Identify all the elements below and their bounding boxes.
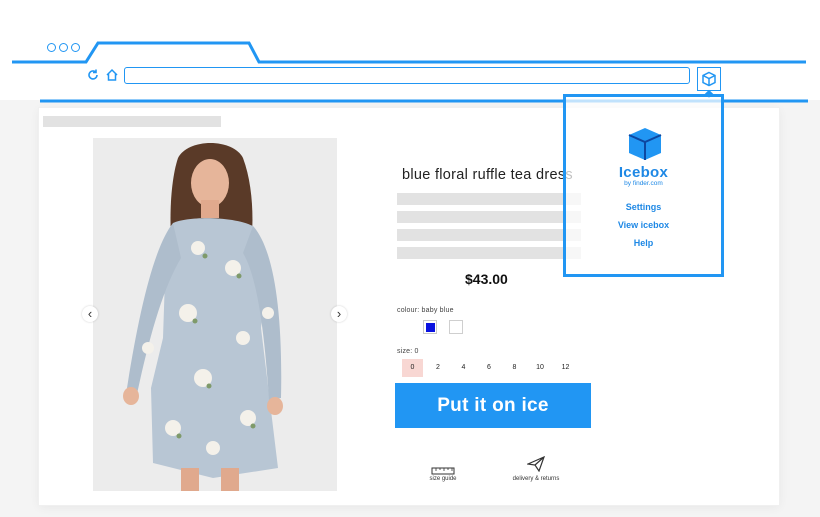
description-placeholder <box>397 211 581 223</box>
size-option[interactable]: 10 <box>530 359 551 377</box>
size-option[interactable]: 4 <box>453 359 474 377</box>
description-placeholder <box>397 229 581 241</box>
address-bar[interactable] <box>124 67 690 84</box>
ruler-icon <box>431 462 457 475</box>
product-price: $43.00 <box>465 271 508 287</box>
description-placeholder <box>397 193 581 205</box>
size-option[interactable]: 8 <box>504 359 525 377</box>
carousel-next-button[interactable]: › <box>331 306 347 322</box>
window-dot[interactable] <box>59 43 68 52</box>
window-dot[interactable] <box>71 43 80 52</box>
breadcrumb-placeholder <box>43 116 221 127</box>
home-icon[interactable] <box>105 68 119 82</box>
colour-swatch-blue[interactable] <box>423 320 437 334</box>
carousel-prev-button[interactable]: ‹ <box>82 306 98 322</box>
paper-plane-icon <box>525 455 546 473</box>
size-guide-link[interactable]: size guide <box>418 476 468 482</box>
description-placeholder <box>397 247 581 259</box>
icebox-extension-button[interactable] <box>697 67 721 91</box>
delivery-returns-link[interactable]: delivery & returns <box>502 476 570 482</box>
size-option[interactable]: 6 <box>479 359 500 377</box>
icebox-cube-icon <box>626 126 664 162</box>
window-controls <box>47 43 80 52</box>
colour-swatch-white[interactable] <box>449 320 463 334</box>
icebox-popup: Icebox by finder.com Settings View icebo… <box>563 94 724 277</box>
icebox-extension-icon <box>702 71 716 87</box>
view-icebox-link[interactable]: View icebox <box>566 220 721 230</box>
size-selector: 0 2 4 6 8 10 12 <box>402 359 581 377</box>
size-option[interactable]: 0 <box>402 359 423 377</box>
window-dot[interactable] <box>47 43 56 52</box>
put-it-on-ice-button[interactable]: Put it on ice <box>395 383 591 428</box>
product-title: blue floral ruffle tea dress <box>402 167 573 183</box>
size-label: size: 0 <box>397 348 419 355</box>
model-image <box>93 138 337 491</box>
icebox-brand: Icebox <box>618 164 669 181</box>
size-option[interactable]: 12 <box>555 359 576 377</box>
settings-link[interactable]: Settings <box>566 202 721 212</box>
icebox-byline: by finder.com <box>624 180 663 187</box>
help-link[interactable]: Help <box>566 238 721 248</box>
colour-label: colour: baby blue <box>397 307 454 314</box>
product-photo[interactable] <box>93 138 337 491</box>
refresh-icon[interactable] <box>86 68 100 82</box>
size-option[interactable]: 2 <box>428 359 449 377</box>
